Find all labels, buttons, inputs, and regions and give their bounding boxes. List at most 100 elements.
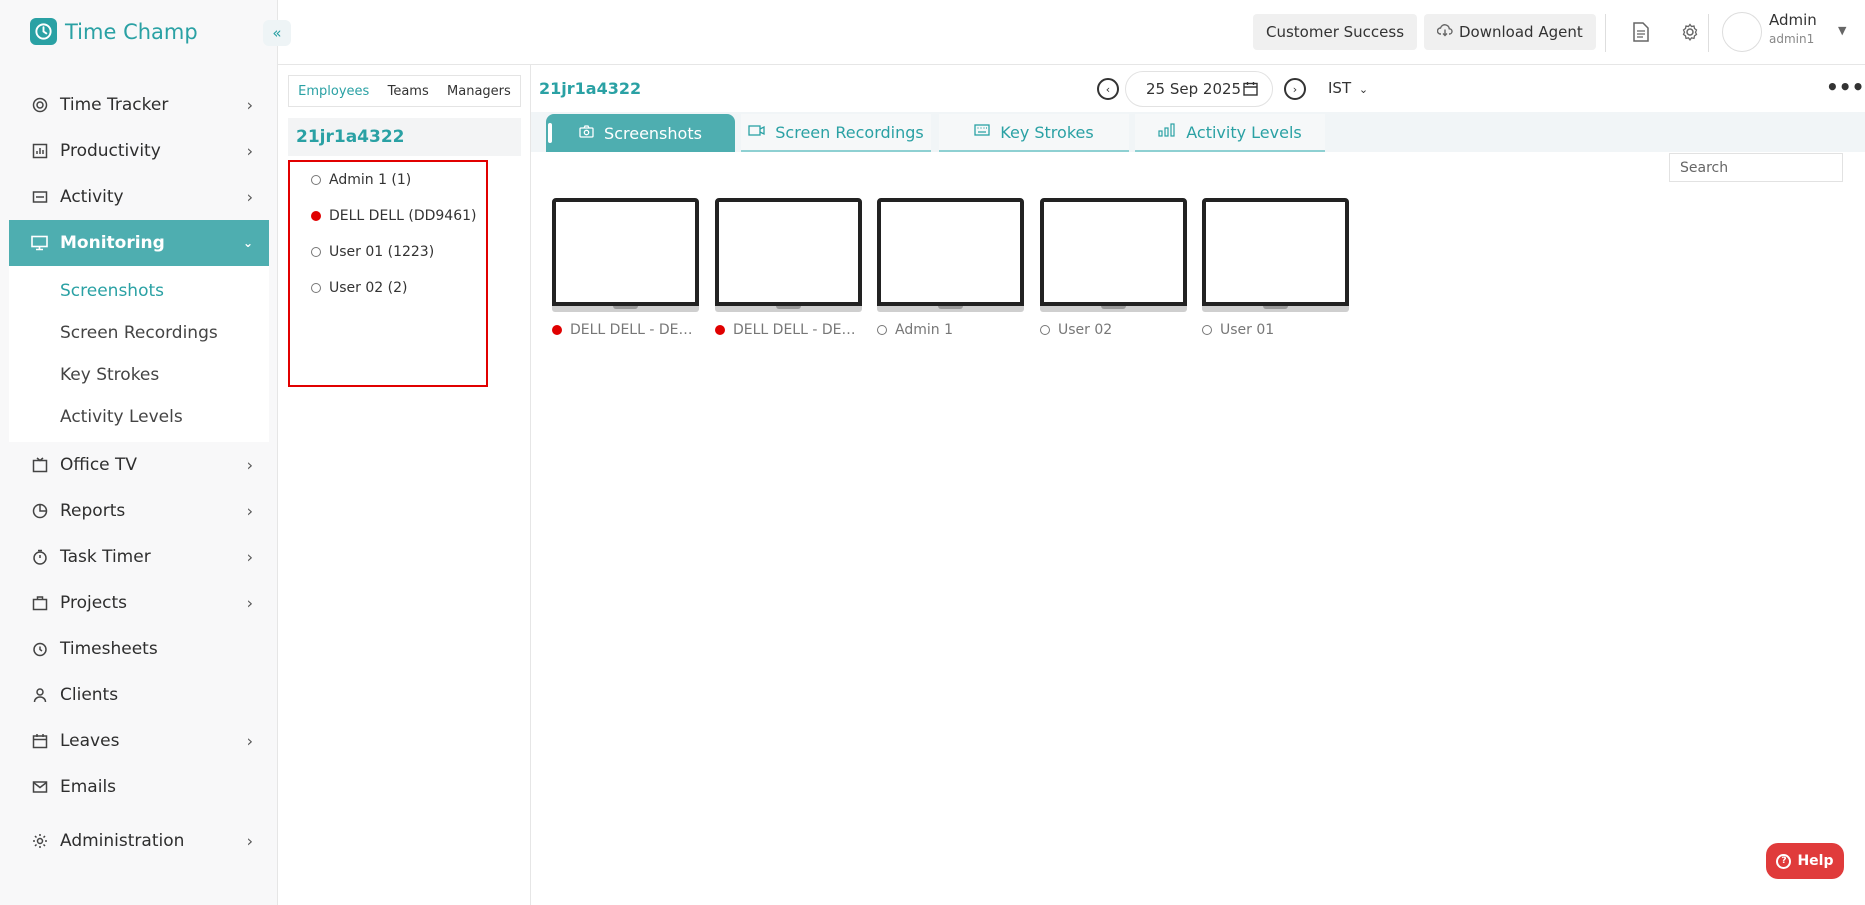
screenshot-thumbnail[interactable] [877,198,1024,306]
previous-date-icon[interactable]: ‹ [1097,78,1119,100]
employee-name: User 01 (1223) [329,244,435,260]
screenshot-card[interactable]: Admin 1 [877,198,1024,338]
chevron-right-icon: › [246,95,253,115]
sidebar-item-label: Office TV [60,455,138,475]
tab-managers[interactable]: Managers [447,84,511,99]
laptop-base [877,306,1024,312]
sidebar-item-time-tracker[interactable]: Time Tracker › [9,82,269,128]
download-agent-button[interactable]: Download Agent [1424,14,1596,50]
tv-icon [31,457,48,474]
chevron-right-icon: › [246,731,253,751]
tab-screenshots[interactable]: Screenshots [546,114,735,152]
sidebar-item-emails[interactable]: Emails [9,764,269,810]
screenshot-caption: DELL DELL - DESKT... [552,322,699,338]
sidebar-item-projects[interactable]: Projects › [9,580,269,626]
timesheets-icon [31,641,48,658]
offline-status-dot [1202,325,1212,335]
tab-activity-levels[interactable]: Activity Levels [1135,114,1325,152]
employee-item-dell-dell[interactable]: DELL DELL (DD9461) [311,208,476,224]
leaves-icon [31,733,48,750]
more-options-icon[interactable]: ••• [1826,75,1864,99]
screenshot-card[interactable]: User 01 [1202,198,1349,338]
screenshot-thumbnail[interactable] [1202,198,1349,306]
user-menu-caret-icon[interactable]: ▼ [1838,24,1846,37]
sidebar-item-office-tv[interactable]: Office TV › [9,442,269,488]
employee-name: DELL DELL (DD9461) [329,208,477,224]
sidebar-item-administration[interactable]: Administration › [9,818,269,864]
screenshot-thumbnail[interactable] [715,198,862,306]
screenshot-thumbnail[interactable] [552,198,699,306]
user-avatar[interactable] [1722,12,1762,52]
date-picker[interactable]: 25 Sep 2025 [1125,71,1273,107]
employee-item-user-02[interactable]: User 02 (2) [311,280,407,296]
user-id: admin1 [1769,32,1815,46]
tab-teams[interactable]: Teams [388,84,429,99]
online-status-dot [715,325,725,335]
help-button[interactable]: ? Help [1766,843,1844,879]
screenshot-card[interactable]: DELL DELL - DESKT... [552,198,699,338]
sidebar-item-productivity[interactable]: Productivity › [9,128,269,174]
online-status-dot [311,211,321,221]
employee-item-user-01[interactable]: User 01 (1223) [311,244,434,260]
document-icon[interactable] [1628,18,1654,46]
selected-organization: 21jr1a4322 [539,79,642,98]
collapse-sidebar-button[interactable]: « [263,20,291,46]
timer-icon [31,549,48,566]
reports-icon [31,503,48,520]
chevron-right-icon: › [246,455,253,475]
top-bar: Customer Success Download Agent Admin ad… [278,0,1865,65]
offline-status-dot [877,325,887,335]
tab-key-strokes[interactable]: Key Strokes [939,114,1129,152]
sidebar-item-timesheets[interactable]: Timesheets [9,626,269,672]
search-input[interactable] [1669,153,1843,182]
chevron-down-icon: ⌄ [1358,83,1369,96]
screenshot-caption: Admin 1 [877,322,1024,338]
next-date-icon[interactable]: › [1284,78,1306,100]
submenu-item-key-strokes[interactable]: Key Strokes [9,354,269,396]
monitoring-tabs: Screenshots Screen Recordings Key Stroke… [531,112,1865,152]
clients-icon [31,687,48,704]
sidebar-item-activity[interactable]: Activity › [9,174,269,220]
sidebar-item-monitoring[interactable]: Monitoring ⌄ [9,220,269,266]
screenshot-thumbnail[interactable] [1040,198,1187,306]
camera-icon [579,124,594,142]
customer-success-button[interactable]: Customer Success [1253,14,1418,50]
tab-screen-recordings[interactable]: Screen Recordings [741,114,931,152]
offline-status-dot [311,247,321,257]
screenshot-user-label: DELL DELL - DESKT... [733,322,862,338]
online-status-dot [552,325,562,335]
sidebar-item-clients[interactable]: Clients [9,672,269,718]
screenshot-caption: User 01 [1202,322,1349,338]
settings-gear-icon[interactable] [1677,18,1703,46]
sidebar-item-leaves[interactable]: Leaves › [9,718,269,764]
screenshot-card[interactable]: DELL DELL - DESKT... [715,198,862,338]
sidebar-item-label: Productivity [60,141,161,161]
timezone-select[interactable]: IST ⌄ [1328,79,1368,97]
sidebar-item-reports[interactable]: Reports › [9,488,269,534]
employee-name: Admin 1 (1) [329,172,412,188]
submenu-item-activity-levels[interactable]: Activity Levels [9,396,269,438]
cloud-download-icon [1436,23,1453,41]
app-logo[interactable]: Time Champ [30,18,198,45]
offline-status-dot [1040,325,1050,335]
sidebar-item-label: Projects [60,593,128,613]
sidebar-item-label: Leaves [60,731,120,751]
tab-employees[interactable]: Employees [298,84,369,99]
sidebar-item-label: Clients [60,685,119,705]
screenshot-user-label: Admin 1 [895,322,953,338]
divider [1605,14,1606,52]
submenu-item-screen-recordings[interactable]: Screen Recordings [9,312,269,354]
employee-panel-tabs: Employees Teams Managers [288,75,521,107]
sidebar-item-task-timer[interactable]: Task Timer › [9,534,269,580]
tab-label: Key Strokes [1000,122,1094,142]
chevron-right-icon: › [246,501,253,521]
sidebar-item-label: Emails [60,777,117,797]
screenshot-caption: DELL DELL - DESKT... [715,322,862,338]
employee-item-admin-1[interactable]: Admin 1 (1) [311,172,411,188]
employee-panel: Employees Teams Managers 21jr1a4322 Admi… [278,65,531,905]
calendar-icon [1243,81,1258,100]
screenshot-card[interactable]: User 02 [1040,198,1187,338]
submenu-item-screenshots[interactable]: Screenshots [9,270,269,312]
sidebar-item-label: Timesheets [60,639,158,659]
organization-title[interactable]: 21jr1a4322 [288,118,521,156]
